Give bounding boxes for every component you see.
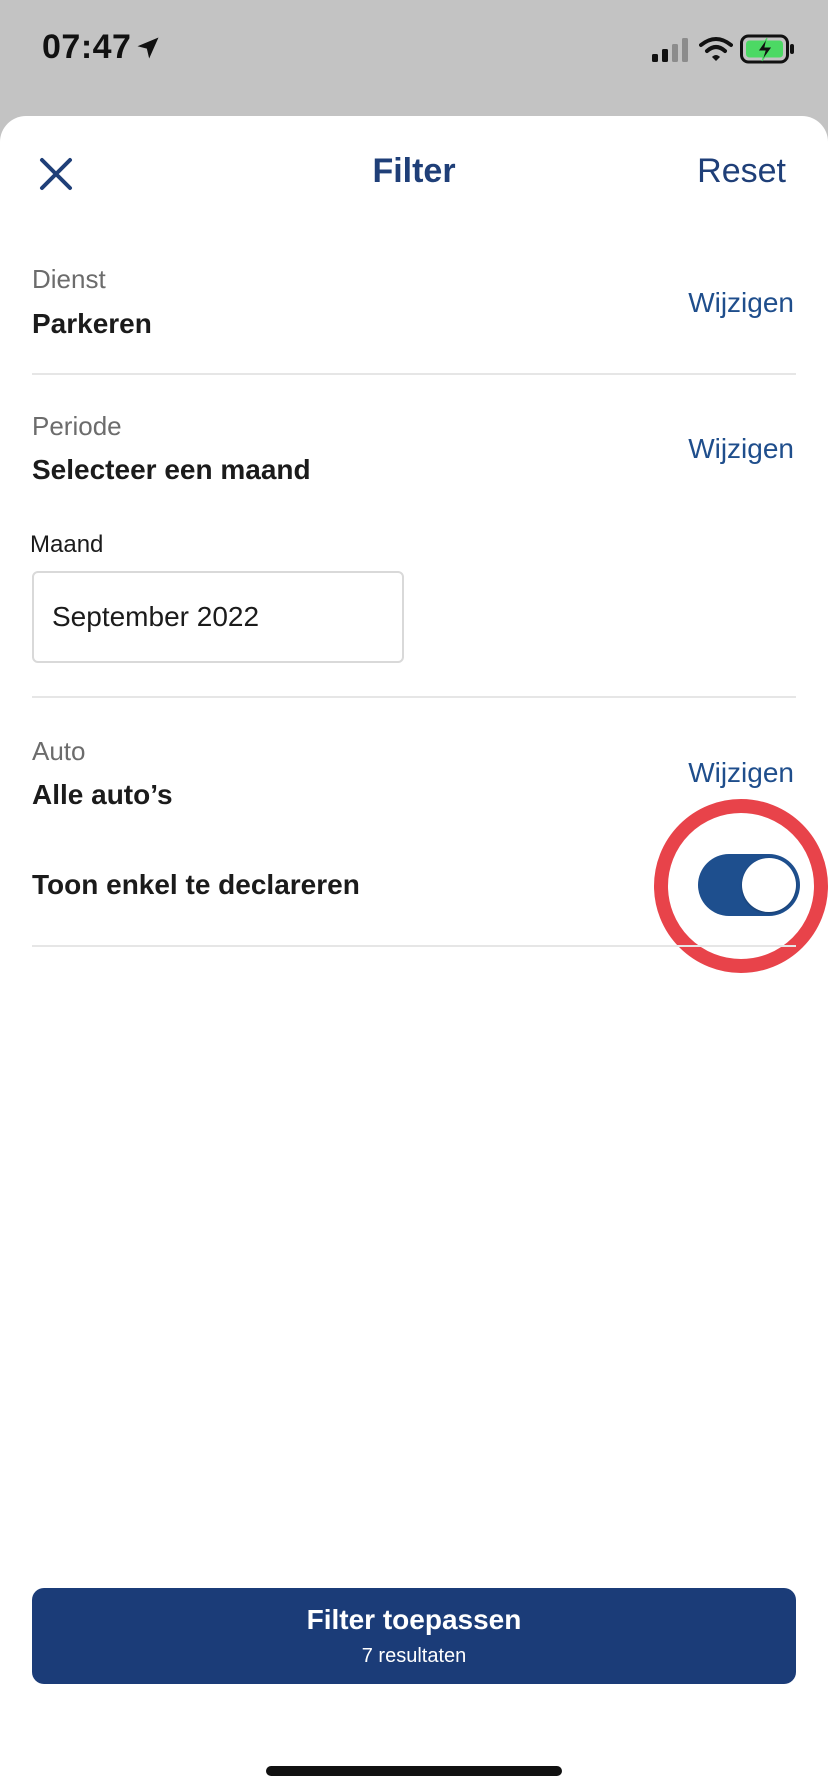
battery-charging-icon — [740, 34, 794, 64]
auto-value: Alle auto’s — [32, 779, 173, 810]
reset-button[interactable]: Reset — [697, 152, 786, 191]
periode-label: Periode — [32, 411, 122, 441]
location-arrow-icon — [137, 37, 159, 59]
periode-value: Selecteer een maand — [32, 454, 311, 485]
divider — [32, 696, 796, 698]
divider — [32, 945, 796, 947]
toggle-knob — [742, 858, 796, 912]
dienst-value: Parkeren — [32, 308, 152, 339]
home-indicator — [266, 1766, 562, 1776]
dienst-change-link[interactable]: Wijzigen — [688, 287, 794, 319]
month-field[interactable]: September 2022 — [32, 571, 404, 663]
results-count: 7 resultaten — [361, 1645, 467, 1667]
divider — [32, 373, 796, 375]
apply-filter-button[interactable]: Filter toepassen 7 resultaten — [32, 1588, 796, 1684]
auto-label: Auto — [32, 736, 86, 766]
filter-sheet: Filter Reset Dienst Parkeren Wijzigen Pe… — [0, 116, 828, 1792]
apply-filter-label: Filter toepassen — [306, 1604, 522, 1635]
declare-toggle-label: Toon enkel te declareren — [32, 869, 360, 900]
declare-toggle[interactable] — [698, 854, 800, 916]
month-field-label: Maand — [30, 531, 104, 558]
wifi-icon — [699, 37, 733, 61]
periode-change-link[interactable]: Wijzigen — [688, 433, 794, 465]
status-time: 07:47 — [42, 28, 132, 66]
status-bar: 07:47 — [0, 0, 828, 110]
dienst-label: Dienst — [32, 264, 106, 294]
cellular-signal-icon — [652, 38, 688, 62]
auto-change-link[interactable]: Wijzigen — [688, 757, 794, 789]
